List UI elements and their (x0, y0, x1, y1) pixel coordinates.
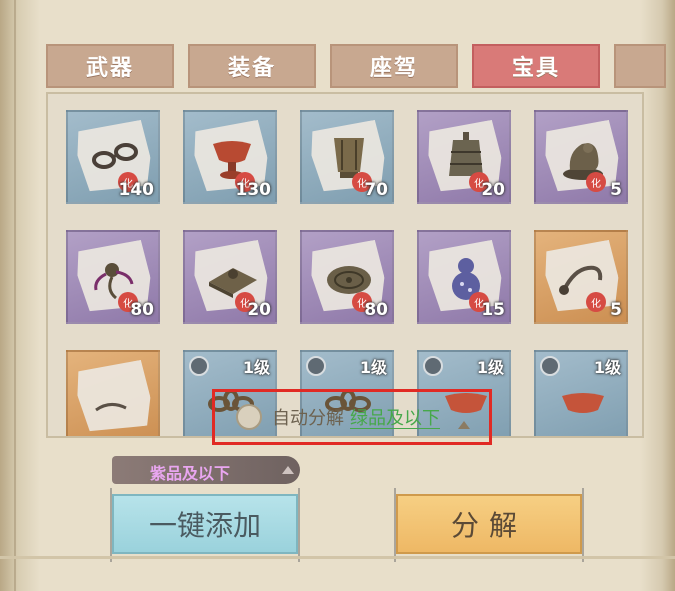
tab-weapon[interactable]: 武器 (46, 44, 174, 88)
tab-equipment[interactable]: 装备 (188, 44, 316, 88)
divider (0, 556, 675, 559)
tab-label: 武器 (85, 56, 134, 81)
red-bowl-icon (562, 393, 604, 413)
item-count: 70 (364, 180, 388, 200)
quality-filter-dropdown[interactable]: 紫品及以下 (112, 456, 300, 484)
item-slot[interactable]: 化 130 (183, 110, 277, 204)
quality-filter-label: 紫品及以下 (150, 464, 231, 483)
decompose-button[interactable]: 分解 (394, 488, 584, 562)
one-click-add-button[interactable]: 一键添加 (110, 488, 300, 562)
seal-icon: 化 (586, 172, 606, 192)
item-slot[interactable]: 化 5 (534, 230, 628, 324)
item-slot[interactable]: 化 80 (300, 230, 394, 324)
item-slot[interactable]: 化 70 (300, 110, 394, 204)
item-slot[interactable]: 化 15 (417, 230, 511, 324)
scroll-icon (95, 403, 127, 412)
tab-label: 座驾 (369, 56, 418, 81)
caret-up-icon (282, 466, 294, 474)
tab-label: 宝具 (511, 56, 560, 81)
item-slot[interactable]: 化 5 (534, 110, 628, 204)
item-count: 80 (130, 300, 154, 320)
item-count: 5 (610, 300, 622, 320)
item-slot[interactable]: 化 20 (417, 110, 511, 204)
item-count: 130 (235, 180, 272, 200)
tab-treasure[interactable]: 宝具 (472, 44, 600, 88)
item-slot[interactable]: 化 80 (66, 230, 160, 324)
button-label: 分解 (450, 509, 527, 542)
item-count: 20 (247, 300, 271, 320)
tab-next-partial[interactable] (614, 44, 666, 88)
item-grid: 化 140 化 130 化 70 化 20 化 5 化 80 化 20 化 80… (46, 92, 644, 438)
seal-icon: 化 (586, 292, 606, 312)
tab-mount[interactable]: 座驾 (330, 44, 458, 88)
caret-up-icon[interactable] (458, 421, 470, 429)
item-count: 5 (610, 180, 622, 200)
auto-decompose-toggle[interactable] (236, 404, 262, 430)
auto-decompose-label: 自动分解 (272, 408, 344, 429)
item-slot[interactable]: 化 140 (66, 110, 160, 204)
tab-label: 装备 (227, 56, 276, 81)
category-tabs: 武器 装备 座驾 宝具 (46, 44, 666, 90)
item-slot[interactable]: 化 20 (183, 230, 277, 324)
item-slot[interactable] (66, 350, 160, 436)
item-count: 80 (364, 300, 388, 320)
auto-decompose-quality-dropdown[interactable]: 绿品及以下 (350, 404, 440, 430)
item-count: 140 (118, 180, 155, 200)
item-count: 20 (481, 180, 505, 200)
button-label: 一键添加 (148, 509, 261, 542)
item-count: 15 (481, 300, 505, 320)
item-slot[interactable]: 1级 (534, 350, 628, 436)
